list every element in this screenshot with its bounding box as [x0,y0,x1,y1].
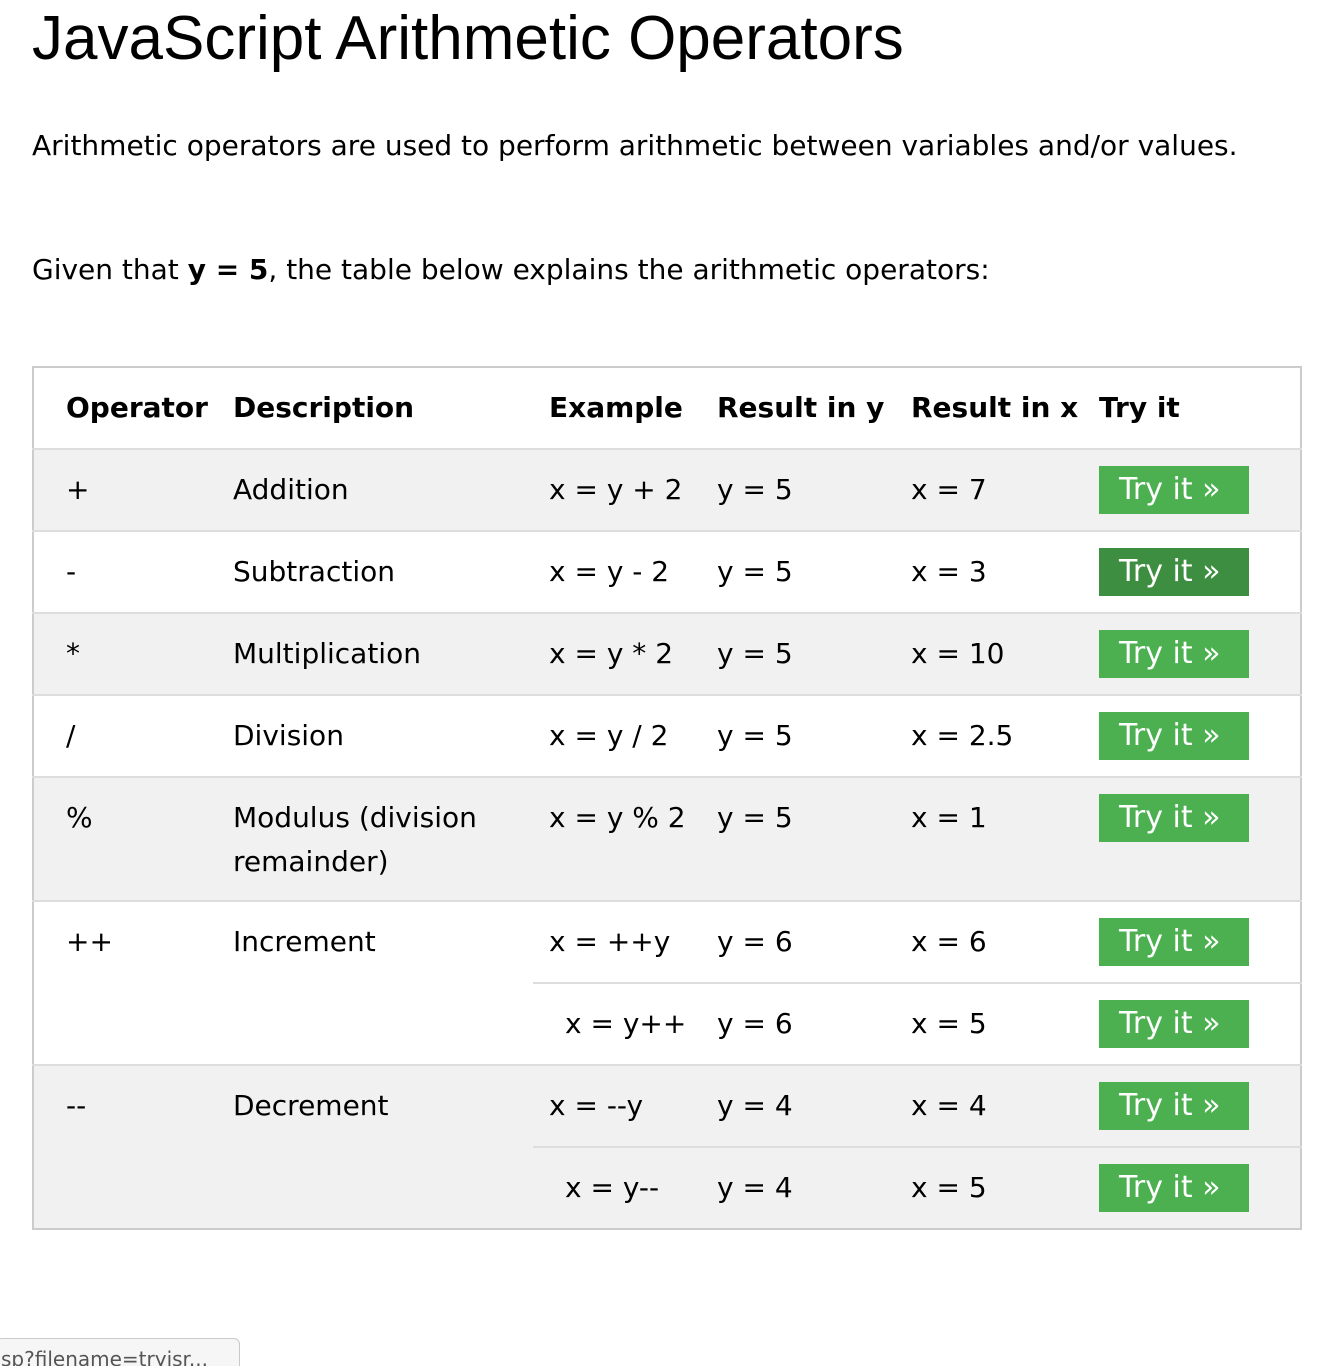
table-row: -- Decrement x = --y y = 4 x = 4 Try it … [33,1065,1301,1147]
cell-try: Try it » [1099,777,1301,901]
cell-result-y: y = 5 [717,555,793,588]
table-row: * Multiplication x = y * 2 y = 5 x = 10 … [33,613,1301,695]
cell-operator: + [66,473,90,506]
cell-try: Try it » [1099,1146,1301,1229]
cell-result-x: x = 1 [911,801,987,834]
header-try: Try it [1099,391,1180,424]
page: JavaScript Arithmetic Operators Arithmet… [0,0,1320,1366]
cell-example: x = y++ [533,982,709,1065]
cell-example: x = y % 2 [549,801,686,834]
table-row: + Addition x = y + 2 y = 5 x = 7 Try it … [33,449,1301,531]
page-title: JavaScript Arithmetic Operators [32,4,904,73]
try-it-button[interactable]: Try it » [1099,794,1249,842]
cell-description: Division [233,719,344,752]
cell-result-y: y = 6 [717,925,793,958]
table-row: - Subtraction x = y - 2 y = 5 x = 3 Try … [33,531,1301,613]
cell-result-x: x = 3 [911,555,987,588]
header-example: Example [549,391,683,424]
cell-description: Subtraction [233,555,395,588]
header-result-x: Result in x [911,391,1079,424]
try-it-button[interactable]: Try it » [1099,712,1249,760]
try-it-button[interactable]: Try it » [1099,1164,1249,1212]
cell-try: Try it » [1099,982,1301,1065]
cell-operator: -- [66,1089,87,1122]
cell-result-y: y = 4 [717,1089,793,1122]
header-operator: Operator [66,391,208,424]
cell-operator: - [66,555,77,588]
cell-example: x = y * 2 [549,637,674,670]
try-it-button[interactable]: Try it » [1099,466,1249,514]
cell-operator: % [66,801,93,834]
cell-example: x = y-- [533,1146,709,1229]
cell-description: Addition [233,473,349,506]
cell-example: x = y - 2 [549,555,670,588]
cell-example: x = y + 2 [549,473,683,506]
cell-result-x: x = 6 [911,925,987,958]
cell-try: Try it » [1099,901,1301,983]
cell-try: Try it » [1099,613,1301,695]
cell-try: Try it » [1099,1065,1301,1147]
given-suffix: , the table below explains the arithmeti… [268,253,990,286]
cell-result-x: x = 5 [903,1146,1099,1229]
try-it-button[interactable]: Try it » [1099,1000,1249,1048]
given-bold: y = 5 [187,253,269,286]
cell-example: x = ++y [549,925,671,958]
cell-try: Try it » [1099,449,1301,531]
cell-result-y: y = 4 [709,1146,903,1229]
cell-operator: ++ [66,925,113,958]
intro-paragraph: Arithmetic operators are used to perform… [32,129,1238,162]
cell-description: Decrement [233,1089,389,1122]
table-row: / Division x = y / 2 y = 5 x = 2.5 Try i… [33,695,1301,777]
cell-description: Modulus (division remainder) [233,801,477,878]
cell-result-x: x = 2.5 [911,719,1014,752]
cell-result-x: x = 7 [911,473,987,506]
cell-example: x = --y [549,1089,644,1122]
cell-operator: / [66,719,76,752]
cell-example: x = y / 2 [549,719,669,752]
cell-result-y: y = 5 [717,473,793,506]
header-description: Description [233,391,415,424]
given-prefix: Given that [32,253,188,286]
cell-try: Try it » [1099,695,1301,777]
status-bar-url: sp?filename=tryjsr... [0,1338,240,1366]
table-row: ++ Increment x = ++y y = 6 x = 6 Try it … [33,901,1301,983]
table-header-row: Operator Description Example Result in y… [33,367,1301,449]
cell-try: Try it » [1099,531,1301,613]
cell-result-y: y = 6 [709,982,903,1065]
given-paragraph: Given that y = 5, the table below explai… [32,248,990,292]
cell-result-y: y = 5 [717,801,793,834]
try-it-button[interactable]: Try it » [1099,1082,1249,1130]
table-row: % Modulus (division remainder) x = y % 2… [33,777,1301,901]
cell-result-x: x = 4 [911,1089,987,1122]
operators-table: Operator Description Example Result in y… [32,366,1302,1230]
try-it-button[interactable]: Try it » [1099,548,1249,596]
cell-description: Increment [233,925,376,958]
try-it-button[interactable]: Try it » [1099,630,1249,678]
cell-description: Multiplication [233,637,421,670]
try-it-button[interactable]: Try it » [1099,918,1249,966]
cell-result-x: x = 5 [903,982,1099,1065]
cell-operator: * [66,637,80,670]
cell-result-y: y = 5 [717,637,793,670]
header-result-y: Result in y [717,391,885,424]
cell-result-y: y = 5 [717,719,793,752]
cell-result-x: x = 10 [911,637,1005,670]
